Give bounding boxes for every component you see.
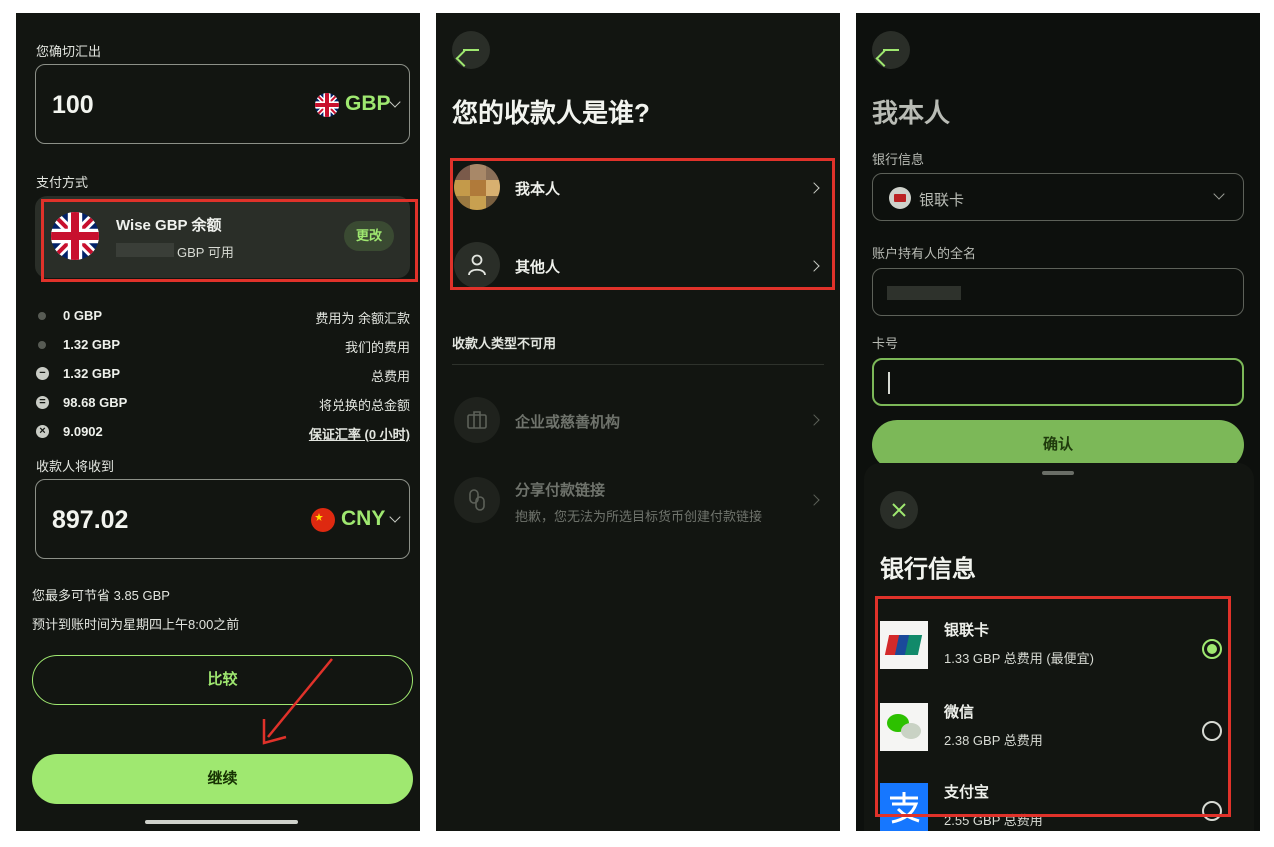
page-title: 我本人 (872, 98, 951, 128)
fee-label: 总费用 (370, 369, 410, 384)
fee-row: 0 GBP 费用为 余额汇款 (36, 306, 410, 326)
dot-icon (38, 341, 46, 349)
recipient-type-screen: 您的收款人是谁? 我本人 其他人 收款人类型不可用 企业或慈善机构 分享付款链接… (436, 13, 840, 831)
receive-amount-field[interactable]: 897.02 CNY (35, 479, 410, 559)
recipient-gets-label: 收款人将收到 (36, 459, 115, 474)
annotation-arrow-icon (262, 658, 333, 745)
payment-method-label: 支付方式 (36, 175, 89, 190)
card-number-input[interactable] (872, 358, 1244, 406)
chevron-right-icon (808, 494, 820, 506)
holder-name-label: 账户持有人的全名 (872, 246, 977, 261)
send-currency-code: GBP (345, 92, 391, 115)
exchange-rate-value: 9.0902 (63, 424, 103, 439)
text-cursor (888, 372, 890, 394)
unionpay-icon (889, 187, 911, 209)
card-number-label: 卡号 (872, 336, 899, 351)
chevron-right-icon (808, 414, 820, 426)
bank-details-screen: 我本人 银行信息 银联卡 账户持有人的全名 卡号 确认 银行信息 银联卡 1.3… (856, 13, 1260, 831)
chevron-down-icon (1213, 188, 1225, 200)
chevron-down-icon (389, 511, 401, 523)
avatar (454, 477, 500, 523)
receive-currency-code: CNY (341, 507, 386, 530)
highlight-box (41, 199, 418, 282)
arrow-left-icon (463, 49, 479, 51)
savings-text: 您最多可节省 3.85 GBP (32, 588, 170, 603)
redacted-name (887, 286, 961, 300)
fee-amount: 1.32 GBP (63, 366, 121, 381)
fee-label: 我们的费用 (344, 340, 410, 355)
fee-row: 1.32 GBP 我们的费用 (36, 335, 410, 355)
option-business-charity: 企业或慈善机构 (452, 395, 824, 445)
highlight-box (450, 158, 835, 290)
minus-icon: − (36, 367, 49, 380)
sheet-title: 银行信息 (880, 556, 976, 583)
guaranteed-rate-link[interactable]: 保证汇率 (0 小时) (309, 424, 410, 443)
receive-amount-value: 897.02 (52, 506, 129, 534)
arrival-time-text: 预计到账时间为星期四上午8:00之前 (32, 617, 240, 632)
fee-row: = 98.68 GBP 将兑换的总金额 (36, 393, 410, 413)
fee-amount: 0 GBP (63, 308, 103, 323)
bank-type-select[interactable]: 银联卡 (872, 173, 1244, 221)
option-label: 企业或慈善机构 (515, 414, 621, 431)
send-amount-field[interactable]: 100 GBP (35, 64, 410, 144)
link-icon (469, 489, 485, 511)
page-title: 您的收款人是谁? (452, 98, 650, 128)
home-indicator (145, 820, 298, 824)
chevron-down-icon (389, 96, 401, 108)
avatar (454, 397, 500, 443)
multiply-icon: × (36, 425, 49, 438)
continue-button[interactable]: 继续 (32, 754, 413, 804)
close-button[interactable] (880, 491, 918, 529)
briefcase-icon (467, 411, 487, 429)
fee-label: 将兑换的总金额 (318, 398, 410, 413)
fee-amount: 1.32 GBP (63, 337, 121, 352)
back-button[interactable] (872, 31, 910, 69)
fee-label: 费用为 余额汇款 (315, 311, 410, 326)
back-button[interactable] (452, 31, 490, 69)
option-sub: 抱歉，您无法为所选目标货币创建付款链接 (515, 509, 763, 524)
uk-flag-icon (315, 93, 339, 117)
transfer-amount-screen: 您确切汇出 100 GBP 支付方式 Wise GBP 余额 GBP 可用 更改… (16, 13, 420, 831)
bank-info-label: 银行信息 (872, 152, 925, 167)
highlight-box (875, 596, 1231, 817)
fee-amount: 98.68 GBP (63, 395, 128, 410)
fee-row: − 1.32 GBP 总费用 (36, 364, 410, 384)
dot-icon (38, 312, 46, 320)
fee-row: × 9.0902 保证汇率 (0 小时) (36, 422, 410, 442)
option-share-payment-link: 分享付款链接 抱歉，您无法为所选目标货币创建付款链接 (452, 475, 824, 535)
send-amount-label: 您确切汇出 (36, 44, 102, 59)
holder-name-field[interactable] (872, 268, 1244, 316)
equals-icon: = (36, 396, 49, 409)
close-icon (892, 503, 906, 517)
china-flag-icon (311, 508, 335, 532)
unavailable-header: 收款人类型不可用 (452, 336, 557, 351)
arrow-left-icon (883, 49, 899, 51)
option-label: 分享付款链接 (515, 482, 606, 499)
bank-selected-value: 银联卡 (919, 192, 965, 209)
send-amount-value: 100 (52, 91, 94, 119)
sheet-handle[interactable] (1042, 471, 1074, 475)
divider (452, 364, 824, 365)
compare-button[interactable]: 比较 (32, 655, 413, 705)
